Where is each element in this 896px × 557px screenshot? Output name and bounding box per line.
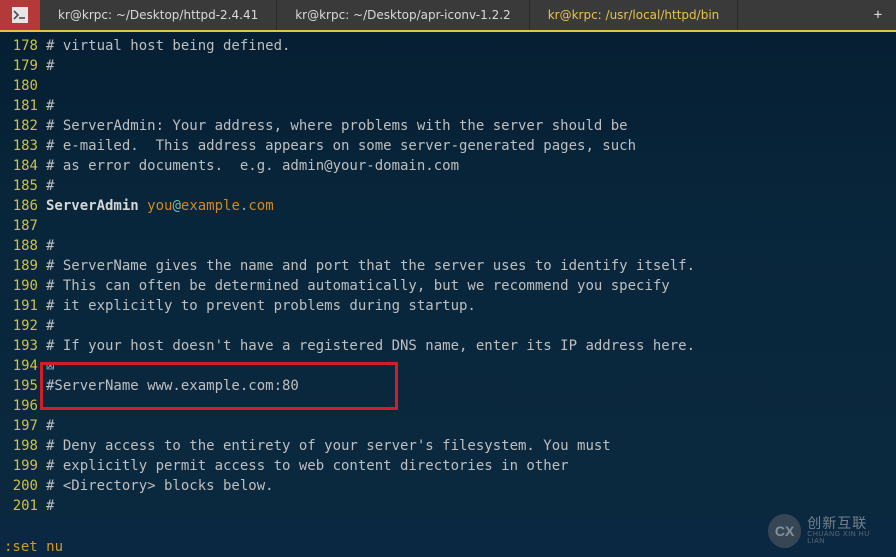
code-content: # it explicitly to prevent problems duri… [46, 296, 476, 316]
code-line: 186ServerAdmin you@example.com [0, 196, 896, 216]
line-number: 196 [0, 396, 46, 416]
editor-area[interactable]: 178# virtual host being defined.179#1801… [0, 32, 896, 516]
line-number: 190 [0, 276, 46, 296]
code-content: # This can often be determined automatic… [46, 276, 670, 296]
code-line: 189# ServerName gives the name and port … [0, 256, 896, 276]
watermark-logo: CX 创新互联 CHUANG XIN HU LIAN [768, 511, 888, 551]
code-content: # ServerAdmin: Your address, where probl… [46, 116, 628, 136]
line-number: 198 [0, 436, 46, 456]
code-line: 184# as error documents. e.g. admin@your… [0, 156, 896, 176]
line-number: 197 [0, 416, 46, 436]
line-number: 191 [0, 296, 46, 316]
code-line: 199# explicitly permit access to web con… [0, 456, 896, 476]
line-number: 194 [0, 356, 46, 376]
code-line: 180 [0, 76, 896, 96]
tab-1[interactable]: kr@krpc: ~/Desktop/apr-iconv-1.2.2 [277, 0, 529, 30]
code-line: 179# [0, 56, 896, 76]
code-line: 197# [0, 416, 896, 436]
code-content: #ServerName www.example.com:80 [46, 376, 299, 396]
terminal-launcher-icon[interactable] [0, 0, 40, 30]
line-number: 182 [0, 116, 46, 136]
tab-2[interactable]: kr@krpc: /usr/local/httpd/bin [530, 0, 739, 30]
code-content: # If your host doesn't have a registered… [46, 336, 695, 356]
line-number: 185 [0, 176, 46, 196]
code-line: 191# it explicitly to prevent problems d… [0, 296, 896, 316]
line-number: 184 [0, 156, 46, 176]
code-line: 182# ServerAdmin: Your address, where pr… [0, 116, 896, 136]
code-content: # explicitly permit access to web conten… [46, 456, 569, 476]
logo-subtext: CHUANG XIN HU LIAN [807, 531, 888, 546]
code-line: 187 [0, 216, 896, 236]
code-line: 183# e-mailed. This address appears on s… [0, 136, 896, 156]
code-line: 196 [0, 396, 896, 416]
new-tab-button[interactable]: + [860, 0, 896, 30]
code-content: # [46, 56, 54, 76]
line-number: 178 [0, 36, 46, 56]
line-number: 180 [0, 76, 46, 96]
line-number: 195 [0, 376, 46, 396]
code-content: # e-mailed. This address appears on some… [46, 136, 636, 156]
line-number: 201 [0, 496, 46, 516]
tab-0[interactable]: kr@krpc: ~/Desktop/httpd-2.4.41 [40, 0, 277, 30]
code-line: 200# <Directory> blocks below. [0, 476, 896, 496]
code-line: 198# Deny access to the entirety of your… [0, 436, 896, 456]
vim-status-line: :set nu [0, 537, 896, 557]
code-line: 178# virtual host being defined. [0, 36, 896, 56]
code-content: # [46, 236, 54, 256]
code-line: 194⊠ [0, 356, 896, 376]
code-content: # [46, 316, 54, 336]
line-number: 193 [0, 336, 46, 356]
code-line: 195#ServerName www.example.com:80 [0, 376, 896, 396]
code-content: # [46, 416, 54, 436]
code-content: # <Directory> blocks below. [46, 476, 274, 496]
line-number: 200 [0, 476, 46, 496]
line-number: 199 [0, 456, 46, 476]
code-line: 185# [0, 176, 896, 196]
tab-bar: kr@krpc: ~/Desktop/httpd-2.4.41kr@krpc: … [0, 0, 896, 32]
code-line: 188# [0, 236, 896, 256]
logo-text: 创新互联 [807, 515, 867, 531]
line-number: 192 [0, 316, 46, 336]
code-content: # virtual host being defined. [46, 36, 290, 56]
code-content: # [46, 96, 54, 116]
code-line: 190# This can often be determined automa… [0, 276, 896, 296]
code-line: 181# [0, 96, 896, 116]
line-number: 186 [0, 196, 46, 216]
line-number: 189 [0, 256, 46, 276]
line-number: 181 [0, 96, 46, 116]
line-number: 188 [0, 236, 46, 256]
code-content: # ServerName gives the name and port tha… [46, 256, 695, 276]
code-content: ServerAdmin you@example.com [46, 196, 274, 216]
code-line: 201# [0, 496, 896, 516]
code-content: # Deny access to the entirety of your se… [46, 436, 611, 456]
line-number: 187 [0, 216, 46, 236]
code-line: 193# If your host doesn't have a registe… [0, 336, 896, 356]
line-number: 179 [0, 56, 46, 76]
code-content: # [46, 496, 54, 516]
line-number: 183 [0, 136, 46, 156]
code-content: # as error documents. e.g. admin@your-do… [46, 156, 459, 176]
code-content: # [46, 176, 54, 196]
code-line: 192# [0, 316, 896, 336]
logo-mark: CX [768, 514, 801, 548]
code-content: ⊠ [46, 356, 54, 376]
